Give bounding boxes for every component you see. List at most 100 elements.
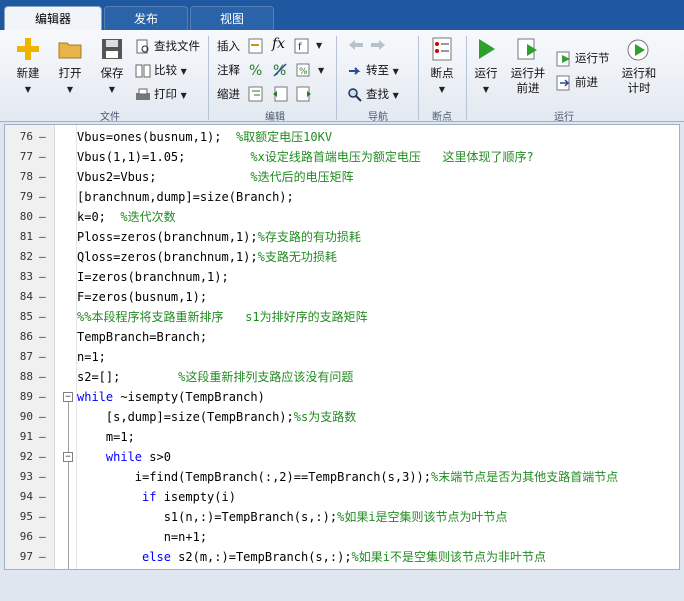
breakpoint-marker[interactable]: – xyxy=(39,267,46,287)
code-text: s1(n,:)=TempBranch(s,:);%如果i是空集则该节点为叶节点 xyxy=(77,510,508,524)
code-line[interactable]: 94– if isempty(i) xyxy=(5,487,679,507)
breakpoint-marker[interactable]: – xyxy=(39,507,46,527)
line-number: 89 xyxy=(19,390,33,403)
line-number: 87 xyxy=(19,350,33,363)
save-button[interactable]: 保存 ▼ xyxy=(92,36,132,97)
code-line[interactable]: 84– F=zeros(busnum,1); xyxy=(5,287,679,307)
code-line[interactable]: 86– TempBranch=Branch; xyxy=(5,327,679,347)
breakpoint-marker[interactable]: – xyxy=(39,247,46,267)
line-number: 79 xyxy=(19,190,33,203)
insert-dropdown[interactable]: ▼ xyxy=(316,41,322,50)
find-button[interactable]: 查找 ▼ xyxy=(347,86,399,103)
new-button[interactable]: 新建 ▼ xyxy=(8,36,48,97)
breakpoint-marker[interactable]: – xyxy=(39,207,46,227)
code-line[interactable]: 78– Vbus2=Vbus; %迭代后的电压矩阵 xyxy=(5,167,679,187)
back-arrow-icon[interactable] xyxy=(348,38,364,52)
breakpoint-marker[interactable]: – xyxy=(39,227,46,247)
code-text: if isempty(i) xyxy=(77,490,236,504)
code-editor[interactable]: 76– Vbus=ones(busnum,1); %取额定电压10KV 77– Vbu… xyxy=(4,124,680,570)
code-line[interactable]: 91– m=1; xyxy=(5,427,679,447)
comment-dropdown[interactable]: ▼ xyxy=(318,66,324,75)
breakpoint-marker[interactable]: – xyxy=(39,127,46,147)
run-and-time-button[interactable]: 运行和 计时 xyxy=(618,36,660,96)
breakpoint-marker[interactable]: – xyxy=(39,527,46,547)
code-line[interactable]: 81– Ploss=zeros(branchnum,1);%存支路的有功损耗 xyxy=(5,227,679,247)
breakpoint-marker[interactable]: – xyxy=(39,327,46,347)
breakpoint-marker[interactable]: – xyxy=(39,467,46,487)
code-line[interactable]: 76– Vbus=ones(busnum,1); %取额定电压10KV xyxy=(5,127,679,147)
comment-icon[interactable]: % xyxy=(248,62,264,78)
code-line[interactable]: 82– Qloss=zeros(branchnum,1);%支路无功损耗 xyxy=(5,247,679,267)
code-line[interactable]: 93– i=find(TempBranch(:,2)==TempBranch(s… xyxy=(5,467,679,487)
breakpoint-marker[interactable]: – xyxy=(39,167,46,187)
breakpoint-marker[interactable]: – xyxy=(39,487,46,507)
run-section-button[interactable]: 运行节 xyxy=(556,50,610,67)
forward-arrow-icon[interactable] xyxy=(370,38,386,52)
compare-button[interactable]: 比较 ▼ xyxy=(135,62,187,79)
breakpoint-marker[interactable]: – xyxy=(39,547,46,567)
code-line[interactable]: 90– [s,dump]=size(TempBranch);%s为支路数 xyxy=(5,407,679,427)
advance-icon xyxy=(556,75,570,90)
breakpoint-marker[interactable]: – xyxy=(39,367,46,387)
open-button[interactable]: 打开 ▼ xyxy=(50,36,90,97)
code-line[interactable]: 79– [branchnum,dump]=size(Branch); xyxy=(5,187,679,207)
breakpoints-group-label: 断点 xyxy=(432,112,452,123)
breakpoints-icon xyxy=(432,37,452,61)
code-line[interactable]: 85– %%本段程序将支路重新排序 s1为排好序的支路矩阵 xyxy=(5,307,679,327)
print-button[interactable]: 打印 ▼ xyxy=(135,86,187,103)
smart-indent-icon[interactable] xyxy=(248,86,264,102)
increase-indent-icon[interactable] xyxy=(296,86,312,102)
function-icon[interactable]: f xyxy=(294,38,310,54)
code-line[interactable]: 87– n=1; xyxy=(5,347,679,367)
indent-button[interactable]: 缩进 xyxy=(217,86,240,102)
code-line[interactable]: 88– s2=[]; %这段重新排列支路应该没有问题 xyxy=(5,367,679,387)
breakpoint-marker[interactable]: – xyxy=(39,347,46,367)
advance-button[interactable]: 前进 xyxy=(556,74,598,91)
comment-button[interactable]: 注释 xyxy=(217,62,240,78)
line-number: 92 xyxy=(19,450,33,463)
breakpoints-button[interactable]: 断点 ▼ xyxy=(422,36,462,97)
tab-publish[interactable]: 发布 xyxy=(104,6,188,30)
tab-view[interactable]: 视图 xyxy=(190,6,274,30)
fold-toggle[interactable]: − xyxy=(63,392,73,402)
line-number: 93 xyxy=(19,470,33,483)
goto-button[interactable]: 转至 ▼ xyxy=(347,62,399,79)
breakpoint-marker[interactable]: – xyxy=(39,407,46,427)
wrap-comment-icon[interactable]: % xyxy=(296,62,312,78)
save-icon xyxy=(102,39,122,59)
find-files-button[interactable]: 查找文件 xyxy=(135,38,200,55)
breakpoint-marker[interactable]: – xyxy=(39,447,46,467)
breakpoint-marker[interactable]: – xyxy=(39,307,46,327)
line-number: 84 xyxy=(19,290,33,303)
breakpoint-marker[interactable]: – xyxy=(39,147,46,167)
code-line[interactable]: 77– Vbus(1,1)=1.05; %x设定线路首端电压为额定电压 这里体现了… xyxy=(5,147,679,167)
run-button[interactable]: 运行 ▼ xyxy=(468,36,504,97)
code-text: %%本段程序将支路重新排序 s1为排好序的支路矩阵 xyxy=(77,310,368,324)
code-line[interactable]: 89– − while ~isempty(TempBranch) xyxy=(5,387,679,407)
fold-toggle[interactable]: − xyxy=(63,452,73,462)
line-number: 97 xyxy=(19,550,33,563)
breakpoint-marker[interactable]: – xyxy=(39,387,46,407)
line-number: 80 xyxy=(19,210,33,223)
tab-editor[interactable]: 编辑器 xyxy=(4,6,102,30)
run-section-icon xyxy=(556,51,570,66)
code-line[interactable]: 97– else s2(m,:)=TempBranch(s,:);%如果i不是空… xyxy=(5,547,679,567)
breakpoint-marker[interactable]: – xyxy=(39,427,46,447)
code-line[interactable]: 96– n=n+1; xyxy=(5,527,679,547)
code-line[interactable]: 83– I=zeros(branchnum,1); xyxy=(5,267,679,287)
decrease-indent-icon[interactable] xyxy=(272,86,288,102)
run-and-advance-button[interactable]: 运行并 前进 xyxy=(506,36,550,96)
insert-section-icon[interactable] xyxy=(248,38,264,54)
code-line[interactable]: 95– s1(n,:)=TempBranch(s,:);%如果i是空集则该节点为… xyxy=(5,507,679,527)
breakpoint-marker[interactable]: – xyxy=(39,187,46,207)
code-text: Qloss=zeros(branchnum,1);%支路无功损耗 xyxy=(77,250,337,264)
insert-button[interactable]: 插入 xyxy=(217,38,240,54)
fx-button[interactable]: fx xyxy=(272,36,285,52)
uncomment-icon[interactable]: % xyxy=(272,62,288,78)
code-line[interactable]: 80– k=0; %迭代次数 xyxy=(5,207,679,227)
code-line[interactable]: 92– − while s>0 xyxy=(5,447,679,467)
code-text: m=1; xyxy=(77,430,135,444)
breakpoint-marker[interactable]: – xyxy=(39,287,46,307)
line-number: 82 xyxy=(19,250,33,263)
code-text: Vbus(1,1)=1.05; %x设定线路首端电压为额定电压 这里体现了顺序? xyxy=(77,150,534,164)
